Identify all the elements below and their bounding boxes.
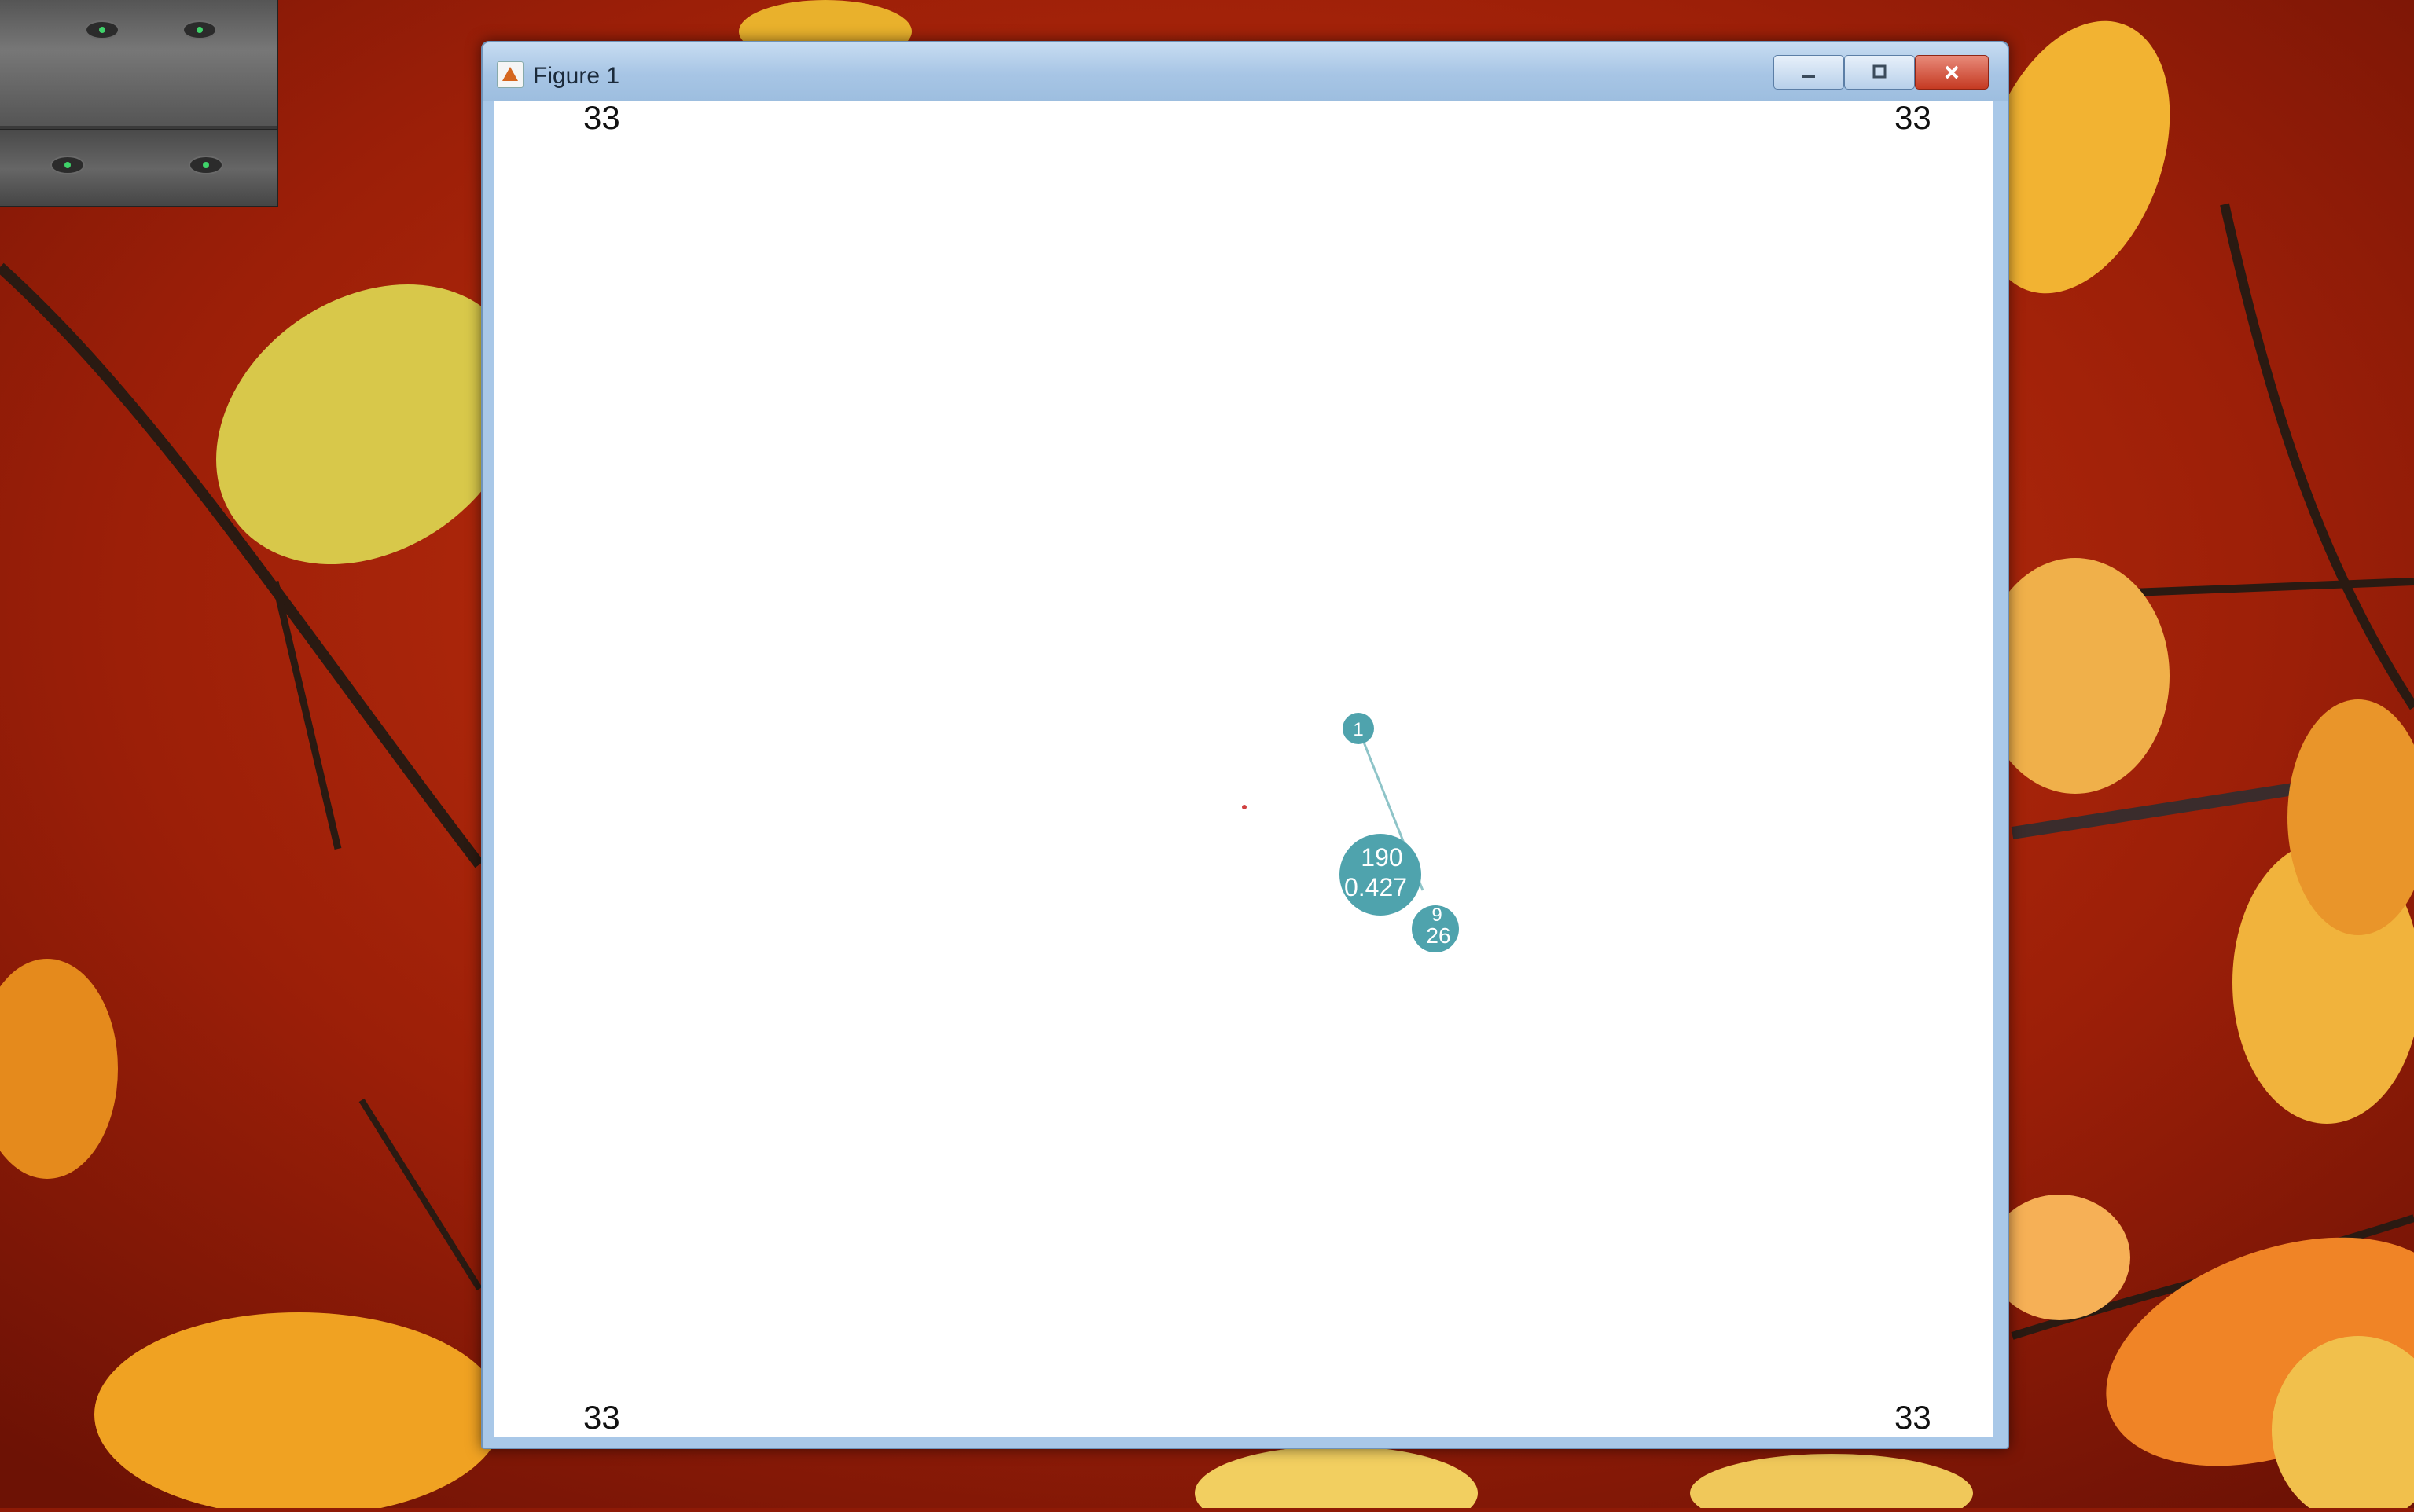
eye-closeup-right	[189, 156, 223, 174]
node-2-label-line1: 190	[1361, 843, 1402, 872]
plot-area: 1 190 0.427 9 26	[1242, 713, 1459, 952]
maximize-icon	[1872, 64, 1887, 79]
window-titlebar[interactable]: Figure 1	[483, 42, 2008, 101]
webcam-face-image	[0, 0, 277, 126]
eye-marker-left	[85, 20, 119, 39]
node-2: 190 0.427	[1339, 834, 1421, 916]
webcam-preview	[0, 0, 278, 207]
figure-window[interactable]: Figure 1 33 33 33 33 1 190 0.427 9 26	[481, 41, 2009, 1449]
matlab-icon[interactable]	[497, 61, 524, 88]
gaze-marker	[1242, 805, 1247, 809]
eye-closeup-left	[50, 156, 85, 174]
maximize-button[interactable]	[1844, 55, 1915, 90]
eye-marker-right	[182, 20, 217, 39]
minimize-icon	[1802, 75, 1815, 78]
minimize-button[interactable]	[1773, 55, 1844, 90]
node-3-label-line1: 9	[1431, 905, 1442, 926]
webcam-eyes-image	[0, 129, 277, 206]
node-1-label: 1	[1353, 719, 1363, 740]
node-3-label-line2: 26	[1426, 923, 1450, 948]
figure-canvas[interactable]: 33 33 33 33 1 190 0.427 9 26	[494, 99, 1993, 1437]
window-title: Figure 1	[533, 63, 620, 89]
close-icon	[1945, 65, 1959, 79]
node-3: 9 26	[1412, 905, 1459, 952]
node-2-label-line2: 0.427	[1344, 873, 1407, 901]
close-button[interactable]	[1915, 55, 1989, 90]
node-1: 1	[1343, 713, 1374, 744]
